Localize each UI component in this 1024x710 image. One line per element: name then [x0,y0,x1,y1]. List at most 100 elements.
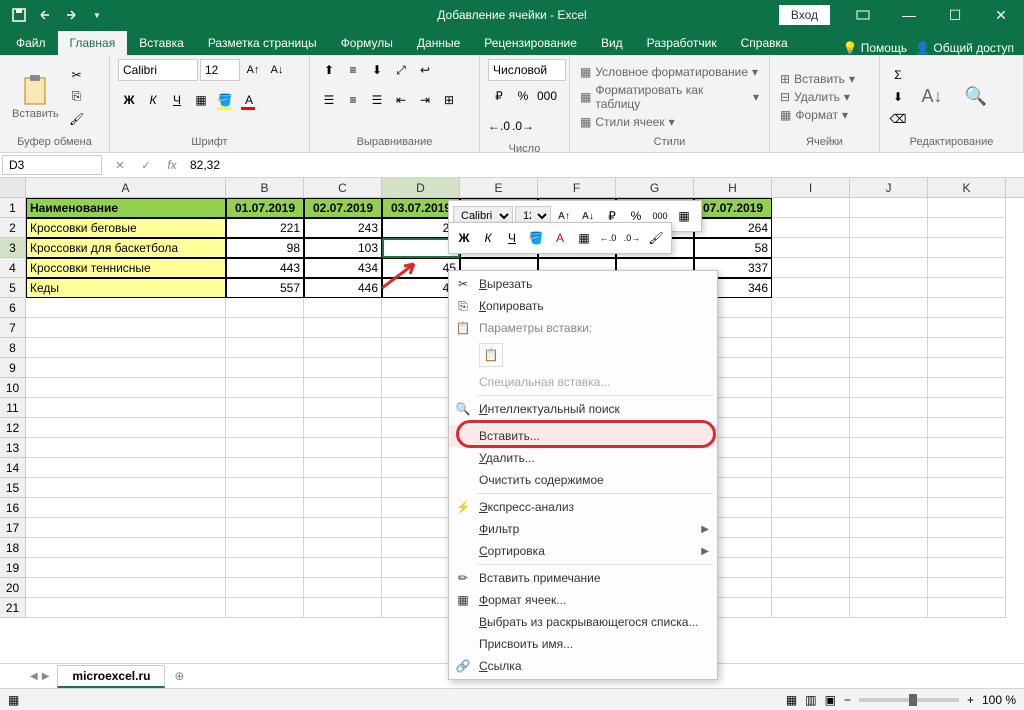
cell[interactable] [928,458,1006,478]
cell[interactable] [850,358,928,378]
tab-layout[interactable]: Разметка страницы [196,31,329,55]
underline-icon[interactable]: Ч [166,89,188,111]
cell[interactable] [26,558,226,578]
mini-italic-icon[interactable]: К [477,227,499,249]
maximize-icon[interactable]: ☐ [932,0,978,30]
cell[interactable] [850,218,928,238]
row-header[interactable]: 9 [0,358,26,378]
sheet-nav-next[interactable]: ▶ [42,671,50,682]
tell-me[interactable]: 💡 Помощь [842,41,907,55]
align-top-icon[interactable]: ⬆ [318,59,340,81]
mini-inc-icon[interactable]: .0→ [621,227,643,249]
wrap-text-icon[interactable]: ↩ [414,59,436,81]
dec-decimal-icon[interactable]: .0→ [512,115,534,137]
indent-dec-icon[interactable]: ⇤ [390,89,412,111]
fill-icon[interactable]: ⬇ [888,87,908,107]
cell[interactable]: 264 [694,218,772,238]
cell[interactable] [304,478,382,498]
cell[interactable] [772,418,850,438]
find-button[interactable]: 🔍 [956,77,996,117]
tab-review[interactable]: Рецензирование [472,31,589,55]
context-menu-item[interactable]: Присвоить имя... [449,633,717,655]
cell[interactable]: 434 [304,258,382,278]
cell[interactable]: 221 [226,218,304,238]
cell-styles-button[interactable]: ▦ Стили ячеек ▾ [578,114,761,130]
cell[interactable] [928,438,1006,458]
context-menu-item[interactable]: ⎘Копировать [449,295,717,317]
context-menu-item[interactable]: Удалить... [449,447,717,469]
cell[interactable] [226,418,304,438]
cell[interactable] [772,398,850,418]
save-icon[interactable] [8,4,30,26]
orientation-icon[interactable]: ⤢ [390,59,412,81]
cell[interactable] [772,498,850,518]
undo-icon[interactable] [34,4,56,26]
cell[interactable] [850,398,928,418]
cell[interactable] [850,578,928,598]
tab-developer[interactable]: Разработчик [635,31,729,55]
border-icon[interactable]: ▦ [190,89,212,111]
cell[interactable]: 443 [226,258,304,278]
tab-help[interactable]: Справка [729,31,800,55]
cell[interactable] [928,338,1006,358]
col-header-a[interactable]: A [26,178,226,197]
row-header[interactable]: 16 [0,498,26,518]
cell[interactable]: Наименование [26,198,226,218]
sheet-nav-prev[interactable]: ◀ [30,671,38,682]
row-header[interactable]: 11 [0,398,26,418]
row-header[interactable]: 14 [0,458,26,478]
cell[interactable]: 243 [304,218,382,238]
cell[interactable] [226,578,304,598]
cell[interactable] [226,378,304,398]
cell[interactable] [26,458,226,478]
context-menu-item[interactable]: Очистить содержимое [449,469,717,491]
context-menu-item[interactable]: Фильтр▶ [449,518,717,540]
mini-font-color-icon[interactable]: A [549,227,571,249]
cell[interactable] [772,558,850,578]
sort-filter-button[interactable]: A↓ [912,77,952,117]
row-header[interactable]: 17 [0,518,26,538]
cell[interactable]: Кроссовки теннисные [26,258,226,278]
cell[interactable] [26,538,226,558]
row-header[interactable]: 3 [0,238,26,258]
cell[interactable] [772,198,850,218]
row-header[interactable]: 7 [0,318,26,338]
cell[interactable] [226,478,304,498]
row-header[interactable]: 5 [0,278,26,298]
row-header[interactable]: 19 [0,558,26,578]
cut-icon[interactable]: ✂ [67,65,87,85]
cell[interactable] [772,298,850,318]
cell[interactable] [850,558,928,578]
row-header[interactable]: 4 [0,258,26,278]
align-right-icon[interactable]: ☰ [366,89,388,111]
tab-insert[interactable]: Вставка [127,31,196,55]
fill-color-icon[interactable]: 🪣 [214,89,236,111]
view-normal-icon[interactable]: ▦ [786,693,797,707]
cell[interactable] [26,578,226,598]
cell[interactable] [928,198,1006,218]
cell[interactable] [226,518,304,538]
fx-icon[interactable]: fx [162,155,182,175]
col-header-j[interactable]: J [850,178,928,197]
cell[interactable] [850,198,928,218]
cell[interactable] [850,598,928,618]
cell[interactable] [26,338,226,358]
cell[interactable] [26,418,226,438]
font-select[interactable] [118,59,198,81]
name-box[interactable] [2,155,102,175]
cell[interactable] [226,458,304,478]
login-button[interactable]: Вход [779,5,830,25]
ribbon-options-icon[interactable] [840,0,886,30]
cell[interactable] [928,418,1006,438]
cell[interactable] [226,438,304,458]
context-menu-item[interactable]: 🔍Интеллектуальный поиск [449,398,717,420]
align-bottom-icon[interactable]: ⬇ [366,59,388,81]
cell[interactable]: Кроссовки беговые [26,218,226,238]
tab-data[interactable]: Данные [405,31,472,55]
zoom-slider[interactable] [859,698,959,702]
row-header[interactable]: 13 [0,438,26,458]
cell[interactable]: 02.07.2019 [304,198,382,218]
cell[interactable] [26,518,226,538]
col-header-c[interactable]: C [304,178,382,197]
row-header[interactable]: 18 [0,538,26,558]
